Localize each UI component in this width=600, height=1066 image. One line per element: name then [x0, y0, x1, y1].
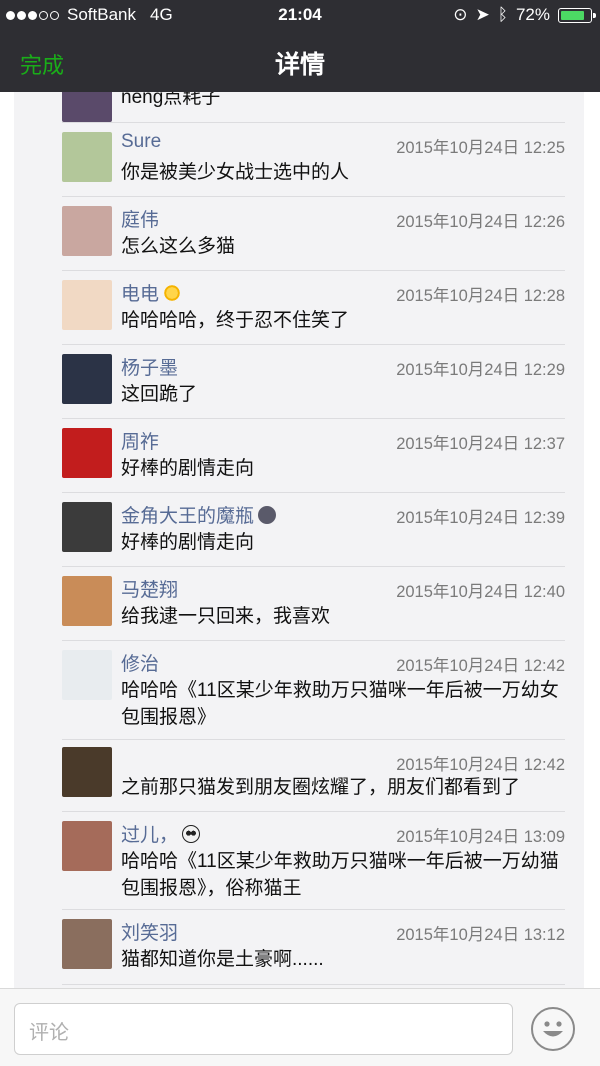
avatar[interactable]: [62, 576, 112, 626]
comment-text: neng点耗子: [121, 92, 221, 108]
comment-time: 2015年10月24日 12:37: [396, 435, 565, 453]
comment-author-name: 电电: [121, 284, 160, 305]
location-icon: ➤: [475, 5, 490, 24]
smiley-icon: [543, 1021, 563, 1037]
comment-author-name: 过儿，: [121, 825, 179, 846]
comment-author-name: Sure: [121, 131, 162, 152]
comment-row: 杨子墨 2015年10月24日 12:29 这回跪了: [62, 345, 565, 419]
comments-feed[interactable]: neng点耗子 Sure 2015年10月24日 12:25 你是被美少女战士选中的…: [14, 92, 584, 988]
avatar[interactable]: [62, 206, 112, 256]
comment-author[interactable]: 马楚翔: [121, 575, 178, 602]
comment-text: 好棒的剧情走向: [121, 458, 255, 479]
comment-text: 哈哈哈《11区某少年救助万只猫咪一年后被一万幼猫包围报恩》，俗称猫王: [121, 851, 559, 899]
page-title: 详情: [274, 51, 325, 79]
comment-row: 过儿， 2015年10月24日 13:09 哈哈哈《11区某少年救助万只猫咪一年后被…: [62, 812, 565, 910]
comment-row: 马楚翔 2015年10月24日 12:40 给我逮一只回来，我喜欢: [62, 567, 565, 641]
comment-row: 周祚 2015年10月24日 12:37 好棒的剧情走向: [62, 419, 565, 493]
comment-time: 2015年10月24日 13:12: [396, 926, 565, 944]
comment-author[interactable]: 修治: [121, 649, 159, 676]
comment-author[interactable]: 电电: [121, 279, 182, 306]
avatar[interactable]: [62, 280, 112, 330]
nav-bar: 完成 详情: [0, 32, 600, 92]
comment-author[interactable]: 刘笑羽: [121, 918, 178, 945]
comment-bar: 评论: [0, 988, 600, 1066]
comment-row: 刘笑羽 2015年10月24日 13:12 猫都知道你是土豪啊......: [62, 910, 565, 985]
comment-author-name: 周祚: [121, 432, 160, 453]
comment-time: 2015年10月24日 13:09: [396, 828, 565, 846]
comment-author[interactable]: 杨子墨: [121, 353, 178, 380]
avatar[interactable]: [62, 354, 112, 404]
rotation-lock-icon: ⊙: [453, 5, 468, 24]
comment-text: 怎么这么多猫: [121, 236, 236, 257]
avatar[interactable]: [62, 428, 112, 478]
comment-time: 2015年10月24日 12:25: [396, 139, 565, 157]
comment-text: 哈哈哈《11区某少年救助万只猫咪一年后被一万幼女包围报恩》: [121, 680, 559, 728]
comment-text: 好棒的剧情走向: [121, 532, 255, 553]
avatar[interactable]: [62, 919, 112, 969]
emoji-button[interactable]: [531, 1007, 575, 1051]
comment-row: Sure 2015年10月24日 12:25 你是被美少女战士选中的人: [62, 123, 565, 197]
comment-row: 修治 2015年10月24日 12:42 哈哈哈《11区某少年救助万只猫咪一年后被一…: [62, 641, 565, 740]
comment-author[interactable]: 过儿，: [121, 820, 201, 847]
comment-text: 哈哈哈哈，终于忍不住笑了: [121, 310, 350, 331]
comment-author[interactable]: Sure: [121, 131, 161, 153]
comment-author-name: 杨子墨: [121, 358, 179, 379]
comment-partial: neng点耗子: [62, 92, 565, 123]
comment-time: 2015年10月24日 12:40: [396, 583, 565, 601]
comment-time: 2015年10月24日 12:28: [396, 287, 565, 305]
comment-time: 2015年10月24日 12:26: [396, 213, 565, 231]
comment-author-name: 庭伟: [121, 210, 160, 231]
comment-time: 2015年10月24日 12:29: [396, 361, 565, 379]
avatar[interactable]: [62, 92, 112, 122]
comment-author-name: 马楚翔: [121, 580, 179, 601]
comment-text: 给我逮一只回来，我喜欢: [121, 606, 331, 627]
status-bar: SoftBank 4G 21:04 ⊙ ➤ ᛒ 72%: [0, 0, 600, 32]
avatar[interactable]: [62, 502, 112, 552]
status-right: ⊙ ➤ ᛒ 72%: [453, 5, 596, 25]
comment-time: 2015年10月24日 12:42: [396, 756, 565, 774]
comment-row: 2015年10月24日 12:42 之前那只猫发到朋友圈炫耀了，朋友们都看到了: [62, 740, 565, 812]
comment-author[interactable]: 周祚: [121, 427, 159, 454]
avatar[interactable]: [62, 821, 112, 871]
comment-time: 2015年10月24日 12:39: [396, 509, 565, 527]
comment-author-name: 金角大王的魔瓶: [121, 506, 255, 527]
comment-author-name: 刘笑羽: [121, 923, 179, 944]
battery-icon: [558, 7, 596, 23]
comment-author-name: 修治: [121, 654, 160, 675]
comment-time: 2015年10月24日 12:42: [396, 657, 565, 675]
avatar[interactable]: [62, 747, 112, 797]
bluetooth-icon: ᛒ: [497, 5, 508, 24]
comment-author[interactable]: 庭伟: [121, 205, 159, 232]
comment-text: 之前那只猫发到朋友圈炫耀了，朋友们都看到了: [121, 777, 521, 798]
sun-emoji-icon: [163, 284, 182, 302]
comment-text: 你是被美少女战士选中的人: [121, 162, 350, 183]
panda-emoji-icon: [182, 825, 201, 843]
moon-emoji-icon: [258, 506, 277, 524]
avatar[interactable]: [62, 132, 112, 182]
battery-percent: 72%: [515, 5, 550, 24]
comment-row: 金角大王的魔瓶 2015年10月24日 12:39 好棒的剧情走向: [62, 493, 565, 567]
comment-row: 庭伟 2015年10月24日 12:26 怎么这么多猫: [62, 197, 565, 271]
comment-input[interactable]: 评论: [14, 1003, 513, 1055]
comment-row: 电电 2015年10月24日 12:28 哈哈哈哈，终于忍不住笑了: [62, 271, 565, 345]
comment-author[interactable]: 金角大王的魔瓶: [121, 501, 277, 528]
avatar[interactable]: [62, 650, 112, 700]
comment-text: 猫都知道你是土豪啊......: [121, 949, 324, 970]
comment-text: 这回跪了: [121, 384, 198, 405]
